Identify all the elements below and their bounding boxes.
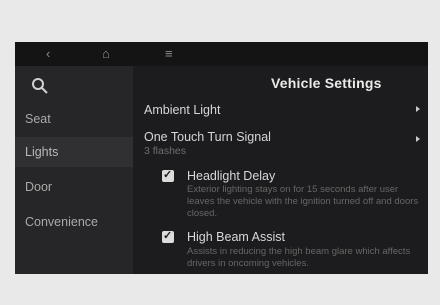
back-icon[interactable]: ‹	[46, 45, 50, 63]
sidebar-item-convenience[interactable]: Convenience	[15, 207, 133, 237]
infotainment-screen: ‹ ⌂ ≡ Seat Lights Door Convenience Vehic…	[15, 42, 428, 274]
high-beam-assist-label[interactable]: High Beam Assist	[187, 230, 285, 244]
sidebar-item-lights[interactable]: Lights	[15, 137, 133, 167]
sidebar: Seat Lights Door Convenience	[15, 66, 133, 274]
sidebar-item-seat[interactable]: Seat	[15, 104, 133, 134]
sidebar-item-door[interactable]: Door	[15, 172, 133, 202]
home-icon[interactable]: ⌂	[102, 45, 110, 63]
chevron-right-icon	[416, 136, 420, 142]
headlight-delay-checkbox[interactable]: ✓	[162, 169, 174, 182]
one-touch-turn-signal-label: One Touch Turn Signal	[144, 130, 271, 144]
checkmark-icon: ✓	[163, 230, 173, 242]
ambient-light-row[interactable]: Ambient Light	[144, 103, 428, 117]
chevron-right-icon	[416, 106, 420, 112]
one-touch-turn-signal-row[interactable]: One Touch Turn Signal 3 flashes	[144, 130, 428, 157]
headlight-delay-label[interactable]: Headlight Delay	[187, 169, 275, 183]
top-bar: ‹ ⌂ ≡	[15, 42, 428, 66]
checkmark-icon: ✓	[163, 169, 173, 181]
headlight-delay-description: Exterior lighting stays on for 15 second…	[187, 184, 419, 219]
ambient-light-label: Ambient Light	[144, 103, 221, 117]
search-icon[interactable]	[31, 77, 49, 95]
high-beam-assist-checkbox[interactable]: ✓	[162, 230, 174, 243]
page-title: Vehicle Settings	[271, 75, 382, 91]
high-beam-assist-description: Assists in reducing the high beam glare …	[187, 246, 411, 269]
one-touch-turn-signal-value: 3 flashes	[144, 145, 187, 157]
menu-icon[interactable]: ≡	[165, 45, 173, 63]
